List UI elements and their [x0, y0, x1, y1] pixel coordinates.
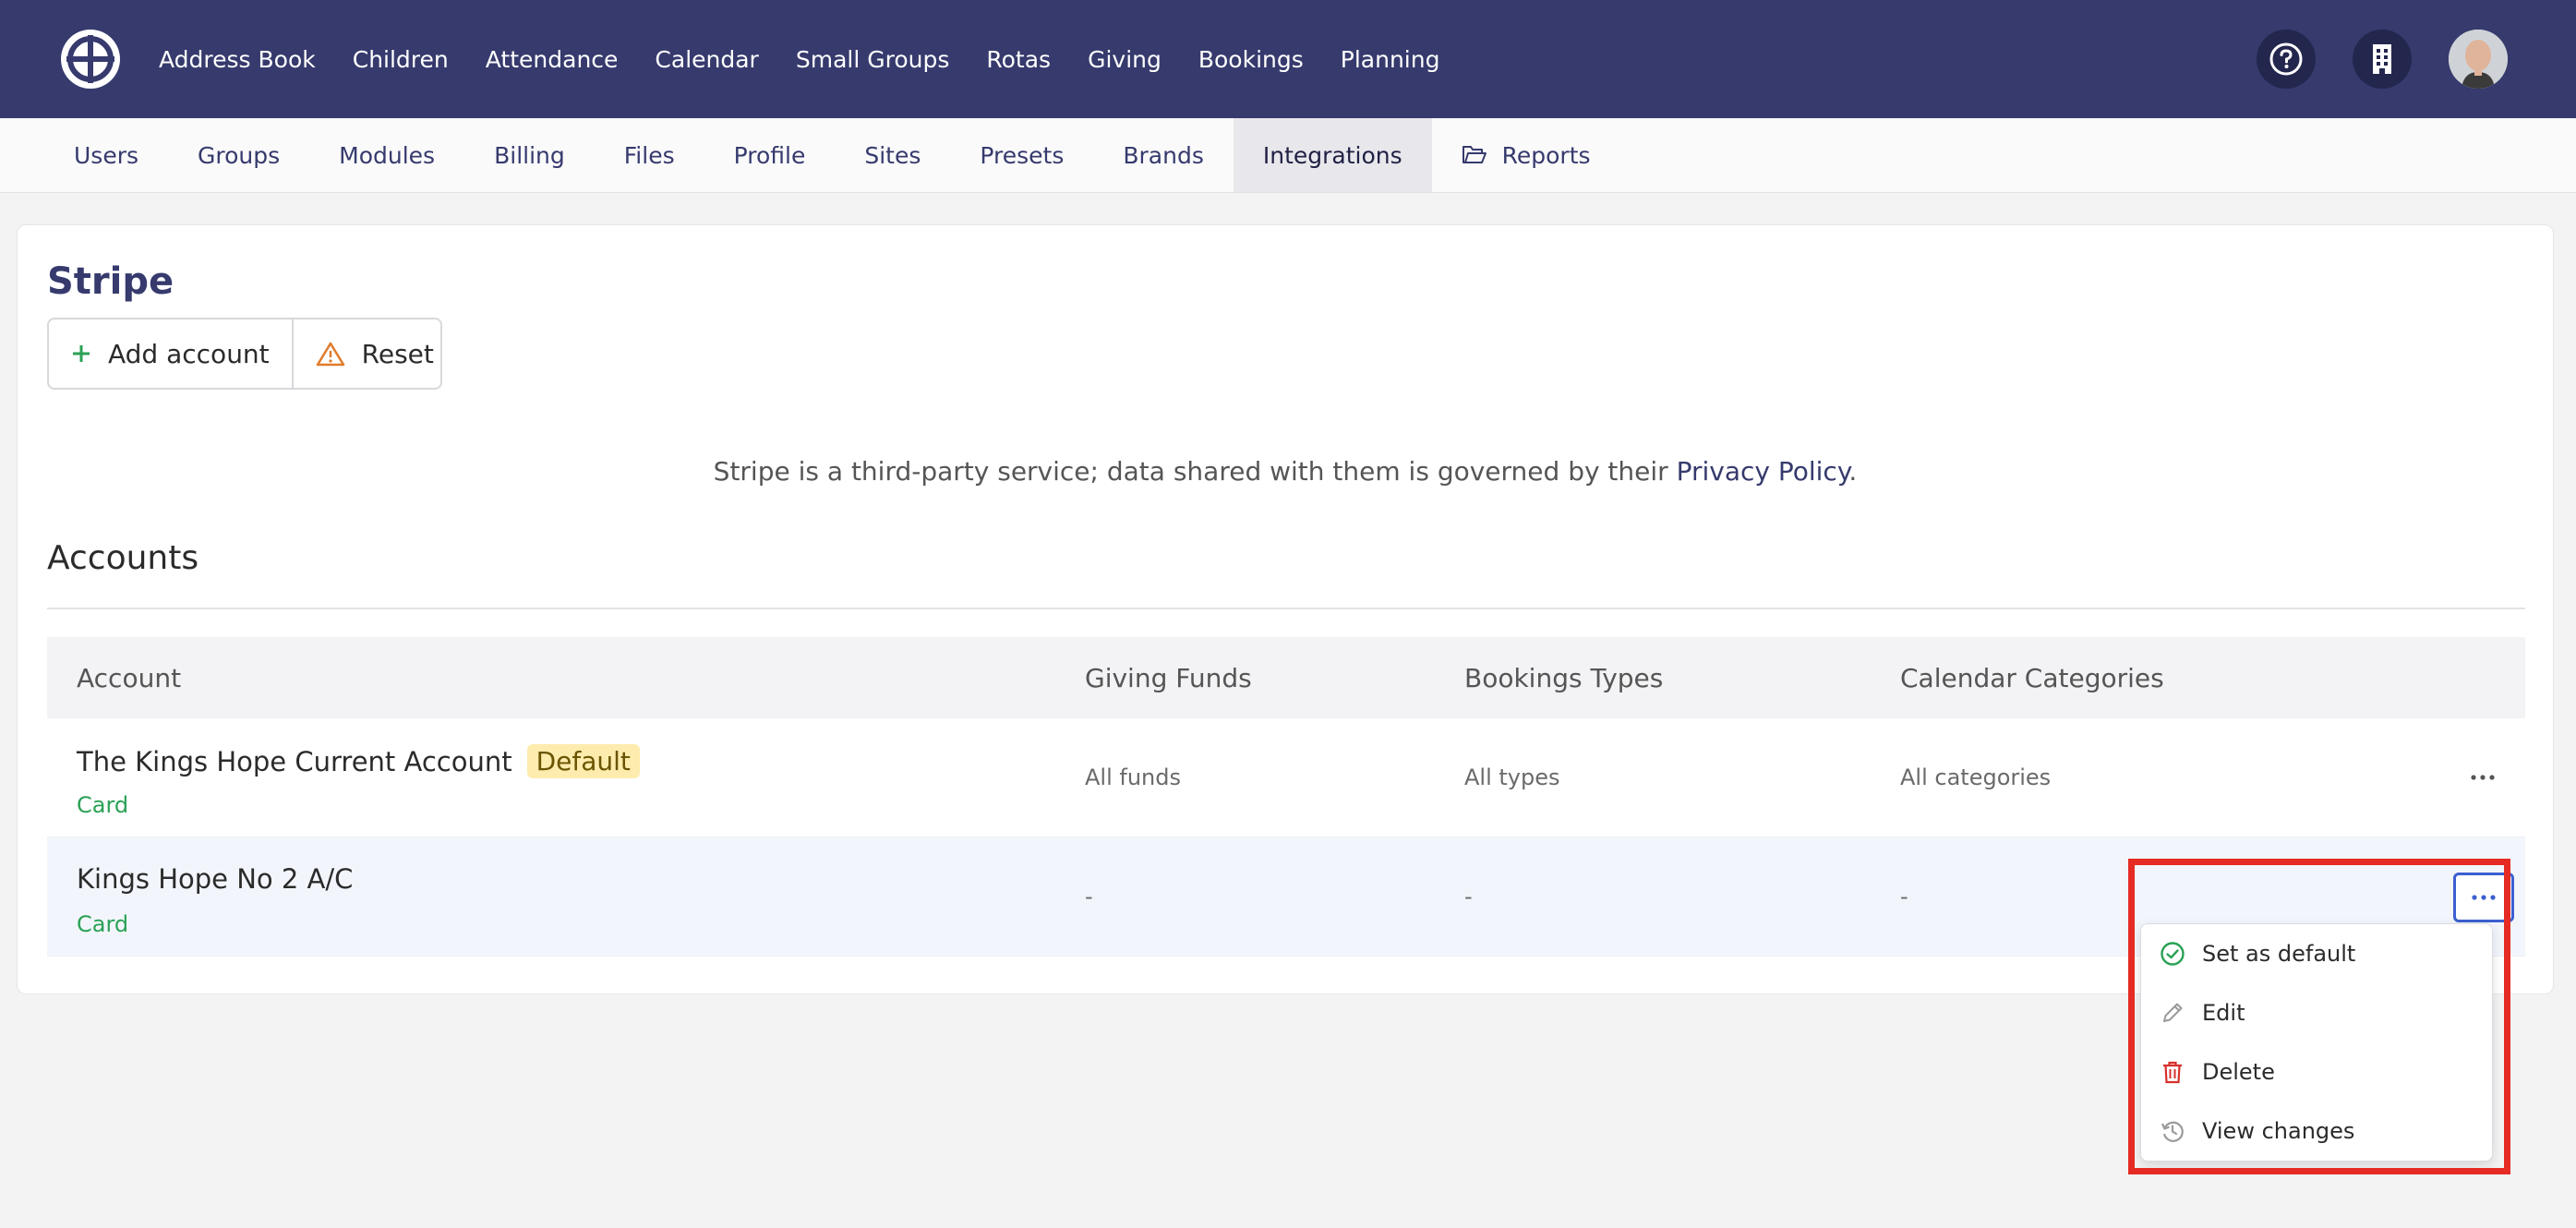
- tab-reports-label: Reports: [1501, 141, 1591, 169]
- account-type: Card: [77, 911, 129, 937]
- nav-address-book[interactable]: Address Book: [159, 46, 316, 73]
- plus-icon: [73, 345, 90, 362]
- nav-attendance[interactable]: Attendance: [486, 46, 619, 73]
- main-nav: Address Book Children Attendance Calenda…: [159, 0, 1476, 118]
- calendar-categories-cell: -: [1900, 884, 1908, 909]
- folder-icon: [1462, 145, 1487, 165]
- top-navbar: Address Book Children Attendance Calenda…: [0, 0, 2576, 118]
- tab-integrations[interactable]: Integrations: [1233, 118, 1432, 192]
- tab-groups[interactable]: Groups: [168, 118, 309, 192]
- account-actions: Add account Reset: [47, 318, 442, 390]
- table-row: The Kings Hope Current Account Default C…: [47, 718, 2525, 837]
- help-button[interactable]: [2257, 30, 2316, 89]
- tab-presets[interactable]: Presets: [950, 118, 1093, 192]
- user-avatar[interactable]: [2449, 30, 2508, 89]
- app-logo[interactable]: [61, 30, 120, 89]
- building-icon: [2373, 44, 2391, 74]
- tab-brands[interactable]: Brands: [1093, 118, 1234, 192]
- default-badge: Default: [526, 744, 640, 778]
- accounts-heading: Accounts: [47, 539, 199, 577]
- account-name-text: Kings Hope No 2 A/C: [77, 863, 354, 895]
- settings-tabs: Users Groups Modules Billing Files Profi…: [0, 118, 2576, 193]
- nav-bookings[interactable]: Bookings: [1198, 46, 1304, 73]
- row-actions-button[interactable]: [2455, 755, 2510, 800]
- reset-label: Reset: [361, 338, 434, 369]
- header-giving-funds: Giving Funds: [1085, 662, 1252, 693]
- organisation-button[interactable]: [2353, 30, 2412, 89]
- nav-planning[interactable]: Planning: [1341, 46, 1440, 73]
- giving-funds-cell: All funds: [1085, 764, 1181, 790]
- privacy-policy-link[interactable]: Privacy Policy: [1677, 456, 1849, 487]
- tab-reports[interactable]: Reports: [1432, 118, 1620, 192]
- tab-billing[interactable]: Billing: [464, 118, 595, 192]
- bookings-types-cell: All types: [1464, 764, 1560, 790]
- account-name: Kings Hope No 2 A/C: [77, 863, 353, 895]
- tab-users[interactable]: Users: [44, 118, 168, 192]
- header-calendar-categories: Calendar Categories: [1900, 662, 2164, 693]
- nav-small-groups[interactable]: Small Groups: [796, 46, 950, 73]
- help-icon: [2269, 42, 2303, 76]
- privacy-notice-suffix: .: [1848, 456, 1858, 487]
- privacy-notice: Stripe is a third-party service; data sh…: [18, 456, 2553, 487]
- divider: [47, 608, 2525, 609]
- nav-calendar[interactable]: Calendar: [655, 46, 758, 73]
- account-type: Card: [77, 792, 129, 818]
- privacy-notice-text: Stripe is a third-party service; data sh…: [713, 456, 1677, 487]
- logo-icon: [63, 31, 118, 87]
- giving-funds-cell: -: [1085, 884, 1093, 909]
- tab-modules[interactable]: Modules: [309, 118, 464, 192]
- account-name: The Kings Hope Current Account Default: [77, 744, 640, 778]
- page-title: Stripe: [47, 260, 175, 303]
- annotation-highlight: [2128, 859, 2510, 1174]
- tab-sites[interactable]: Sites: [835, 118, 950, 192]
- bookings-types-cell: -: [1464, 884, 1473, 909]
- avatar-image: [2449, 30, 2508, 89]
- more-icon: [2471, 775, 2495, 780]
- add-account-button[interactable]: Add account: [49, 319, 292, 388]
- header-bookings-types: Bookings Types: [1464, 662, 1664, 693]
- reset-button[interactable]: Reset: [291, 319, 456, 388]
- add-account-label: Add account: [108, 338, 270, 369]
- table-header: Account Giving Funds Bookings Types Cale…: [47, 637, 2525, 718]
- header-account: Account: [77, 662, 182, 693]
- tab-files[interactable]: Files: [595, 118, 704, 192]
- nav-giving[interactable]: Giving: [1088, 46, 1162, 73]
- account-name-text: The Kings Hope Current Account: [77, 745, 512, 777]
- tab-profile[interactable]: Profile: [704, 118, 836, 192]
- warning-icon: [316, 342, 344, 367]
- nav-rotas[interactable]: Rotas: [986, 46, 1051, 73]
- nav-children[interactable]: Children: [353, 46, 449, 73]
- calendar-categories-cell: All categories: [1900, 764, 2052, 790]
